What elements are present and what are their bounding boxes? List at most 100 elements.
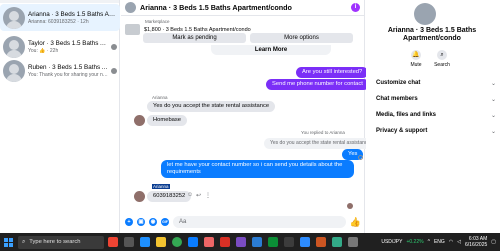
- start-button[interactable]: [0, 233, 16, 251]
- app-icon[interactable]: [236, 237, 246, 247]
- section-customize-chat[interactable]: Customize chat ⌄: [376, 80, 496, 87]
- task-view-icon[interactable]: [124, 237, 134, 247]
- chat-panel: Arianna · 3 Beds 1.5 Baths Apartment/con…: [121, 0, 377, 233]
- image-icon[interactable]: ▣: [137, 218, 145, 226]
- date: 6/16/2025: [465, 242, 488, 248]
- conversation-item-ruben[interactable]: Ruben · 3 Beds 1.5 Baths Apartment/... Y…: [0, 57, 120, 84]
- message-incoming: Yes do you accept the state rental assis…: [147, 101, 276, 112]
- more-icon[interactable]: ⋮: [205, 192, 211, 199]
- mute-button[interactable]: 🔔 Mute: [406, 50, 426, 68]
- taskbar: ⌕ Type here to search USD/JPY +0.22% ^ E…: [0, 233, 500, 251]
- search-button[interactable]: ⌕ Search: [432, 50, 452, 68]
- search-icon: ⌕: [437, 50, 447, 60]
- conversation-item-arianna[interactable]: Arianna · 3 Beds 1.5 Baths Apartment... …: [0, 4, 120, 31]
- app-icon[interactable]: [268, 237, 278, 247]
- mark-as-pending-button[interactable]: Mark as pending: [143, 33, 246, 43]
- quoted-message: Yes do you accept the state rental assis…: [264, 138, 377, 149]
- message-outgoing: Are you still interested?: [296, 67, 369, 78]
- reply-icon[interactable]: ↩: [196, 192, 201, 199]
- app-icon[interactable]: [252, 237, 262, 247]
- taskbar-search[interactable]: ⌕ Type here to search: [18, 235, 104, 249]
- seen-avatar-icon: [111, 67, 117, 74]
- store-icon[interactable]: [188, 237, 198, 247]
- section-chat-members[interactable]: Chat members ⌄: [376, 96, 496, 103]
- sender-name: Arianna: [152, 95, 168, 100]
- file-explorer-icon[interactable]: [156, 237, 166, 247]
- learn-more-button[interactable]: Learn More: [211, 45, 331, 55]
- listing-thumbnail[interactable]: [125, 24, 140, 35]
- wifi-icon[interactable]: ◠: [449, 239, 453, 245]
- avatar: [3, 59, 25, 82]
- section-media-files-links[interactable]: Media, files and links ⌄: [376, 112, 496, 119]
- conversation-preview: You: Thank you for sharing your nu... · …: [28, 71, 109, 78]
- clock[interactable]: 6:03 AM 6/16/2025: [465, 236, 487, 248]
- app-icon[interactable]: [300, 237, 310, 247]
- app-icon[interactable]: [348, 237, 358, 247]
- mute-label: Mute: [410, 62, 422, 68]
- section-label: Media, files and links: [376, 112, 437, 118]
- app-icon[interactable]: [316, 237, 326, 247]
- details-name-line: Arianna · 3 Beds 1.5 Baths: [387, 27, 477, 34]
- search-icon: ⌕: [22, 238, 26, 245]
- conversation-list: Arianna · 3 Beds 1.5 Baths Apartment... …: [0, 0, 120, 233]
- message-outgoing: let me have your contact number so i can…: [161, 160, 354, 178]
- bell-icon: 🔔: [411, 50, 421, 60]
- volume-icon[interactable]: ◁: [457, 239, 461, 245]
- section-label: Customize chat: [376, 80, 421, 86]
- like-icon[interactable]: 👍: [350, 217, 361, 228]
- chat-header: Arianna · 3 Beds 1.5 Baths Apartment/con…: [121, 0, 364, 16]
- app-icon[interactable]: [220, 237, 230, 247]
- message-line: requirements: [167, 169, 201, 175]
- conversation-preview: You: 👍 · 22h: [28, 47, 59, 54]
- section-privacy-support[interactable]: Privacy & support ⌄: [376, 128, 496, 135]
- windows-icon: [3, 237, 13, 247]
- details-panel: Arianna · 3 Beds 1.5 Baths Apartment/con…: [366, 0, 500, 233]
- more-options-button[interactable]: More options: [250, 33, 353, 43]
- chevron-down-icon: ⌄: [490, 97, 496, 103]
- chevron-down-icon: ⌄: [490, 81, 496, 87]
- gif-icon[interactable]: GIF: [161, 218, 169, 226]
- sticker-icon[interactable]: ◉: [149, 218, 157, 226]
- conversation-item-taylor[interactable]: Taylor · 3 Beds 1.5 Baths Apartment/... …: [0, 33, 120, 60]
- conversation-preview: Arianna: 6039183252 · 12h: [28, 18, 89, 25]
- search-label: Search: [434, 62, 450, 68]
- chat-title[interactable]: Arianna · 3 Beds 1.5 Baths Apartment/con…: [140, 3, 351, 12]
- react-icon[interactable]: ☺: [187, 192, 193, 198]
- avatar: [414, 3, 436, 25]
- system-tray: USD/JPY +0.22% ^ ENG ◠ ◁ 6:03 AM 6/16/20…: [381, 233, 496, 251]
- taskbar-search-placeholder: Type here to search: [29, 239, 81, 245]
- sender-name: Arianna: [152, 184, 170, 189]
- app-icon[interactable]: [332, 237, 342, 247]
- add-icon[interactable]: +: [125, 218, 133, 226]
- seen-avatar-icon: [111, 43, 117, 50]
- listing-title[interactable]: $1,800 · 3 Beds 1.5 Baths Apartment/cond…: [144, 27, 251, 33]
- message-line: let me have your contact number so i can…: [167, 162, 343, 168]
- notifications-icon[interactable]: ▢: [491, 239, 496, 245]
- app-icon[interactable]: [204, 237, 214, 247]
- tray-chevron-icon[interactable]: ^: [428, 239, 430, 245]
- message-input[interactable]: Aa: [173, 216, 346, 228]
- chevron-down-icon: ⌄: [490, 113, 496, 119]
- section-label: Chat members: [376, 96, 418, 102]
- info-icon[interactable]: i: [351, 3, 360, 12]
- chrome-icon[interactable]: [172, 237, 182, 247]
- details-name-line: Apartment/condo: [403, 35, 461, 42]
- message-incoming: Homebase: [147, 115, 188, 126]
- conversation-name: Ruben · 3 Beds 1.5 Baths Apartment/...: [28, 63, 109, 71]
- avatar: [3, 35, 25, 58]
- edge-icon[interactable]: [140, 237, 150, 247]
- app-icon[interactable]: [284, 237, 294, 247]
- sent-check-icon: [358, 155, 363, 160]
- message-outgoing: Send me phone number for contact: [266, 79, 369, 90]
- tray-lang[interactable]: ENG: [434, 239, 445, 245]
- reply-indicator: You replied to Arianna: [301, 130, 345, 135]
- details-name: Arianna · 3 Beds 1.5 Baths Apartment/con…: [372, 27, 492, 43]
- message-composer: + ▣ ◉ GIF Aa 👍: [121, 212, 365, 232]
- conversation-name: Arianna · 3 Beds 1.5 Baths Apartment...: [28, 10, 117, 18]
- ticker-name[interactable]: USD/JPY: [381, 239, 402, 245]
- avatar: [134, 191, 145, 202]
- flag-app-icon[interactable]: [108, 237, 118, 247]
- avatar[interactable]: [125, 2, 136, 13]
- ticker-change: +0.22%: [406, 239, 424, 245]
- section-label: Privacy & support: [376, 128, 428, 134]
